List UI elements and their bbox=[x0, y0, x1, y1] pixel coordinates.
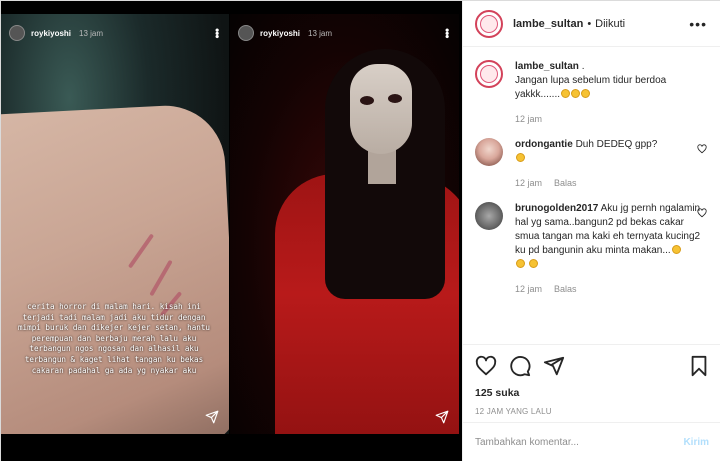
story-1-header: roykiyoshi 13 jam ••• bbox=[1, 14, 229, 52]
add-comment-bar: Kirim bbox=[463, 422, 720, 461]
reply-button[interactable]: Balas bbox=[554, 178, 577, 188]
reply-button[interactable]: Balas bbox=[554, 284, 577, 294]
avatar[interactable] bbox=[475, 60, 503, 88]
comment-time[interactable]: 12 jam bbox=[515, 178, 542, 188]
heart-outline-icon[interactable] bbox=[697, 144, 707, 154]
post-side-panel: lambe_sultan • Diikuti ••• lambe_sultan … bbox=[462, 1, 720, 461]
story-username: roykiyoshi bbox=[31, 28, 72, 38]
comment-username[interactable]: brunogolden2017 bbox=[515, 203, 598, 214]
emoji-icon bbox=[516, 153, 525, 162]
follow-status[interactable]: Diikuti bbox=[595, 18, 625, 30]
comment-item: brunogolden2017 Aku jg pernh ngalamin ha… bbox=[475, 202, 707, 308]
comments-list[interactable]: lambe_sultan . Jangan lupa sebelum tidur… bbox=[463, 48, 720, 338]
add-comment-input[interactable] bbox=[475, 436, 684, 448]
more-horizontal-icon[interactable]: ••• bbox=[689, 16, 707, 32]
story-time: 13 jam bbox=[79, 28, 104, 38]
story-caption: cerita horror di malam hari. kisah ini t… bbox=[17, 302, 211, 375]
ghost-eye bbox=[360, 96, 374, 105]
ghost-face bbox=[350, 64, 412, 154]
story-send-icon bbox=[205, 410, 219, 424]
brand-logo-icon bbox=[480, 14, 498, 33]
comment-bubble-icon[interactable] bbox=[509, 355, 531, 377]
comment-time[interactable]: 12 jam bbox=[515, 284, 542, 294]
emoji-icon bbox=[528, 259, 538, 268]
story-screenshot-1: roykiyoshi 13 jam ••• cerita horror di m… bbox=[1, 14, 229, 434]
caption-username[interactable]: lambe_sultan bbox=[515, 61, 579, 72]
ghost-eye bbox=[388, 94, 402, 103]
story-2-header: roykiyoshi 13 jam ••• bbox=[230, 14, 459, 52]
comment-text: Duh DEDEQ gpp? bbox=[575, 139, 658, 150]
comment-username[interactable]: ordongantie bbox=[515, 139, 573, 150]
heart-outline-icon[interactable] bbox=[697, 208, 707, 218]
emoji-icon bbox=[671, 245, 681, 254]
like-heart-icon[interactable] bbox=[475, 355, 497, 377]
story-avatar bbox=[238, 25, 254, 41]
share-send-icon[interactable] bbox=[543, 355, 565, 377]
story-send-icon bbox=[435, 410, 449, 424]
caption-text: Jangan lupa sebelum tidur berdoa yakkk..… bbox=[515, 75, 667, 100]
story-1-arm-photo bbox=[1, 102, 229, 434]
post-media[interactable]: roykiyoshi 13 jam ••• cerita horror di m… bbox=[1, 1, 462, 461]
story-avatar bbox=[9, 25, 25, 41]
story-more-icon: ••• bbox=[440, 28, 454, 38]
separator-dot: • bbox=[587, 17, 592, 30]
avatar[interactable] bbox=[475, 138, 503, 166]
story-time: 13 jam bbox=[308, 28, 333, 38]
instagram-post-window: roykiyoshi 13 jam ••• cerita horror di m… bbox=[0, 0, 720, 461]
emoji-icon bbox=[581, 89, 591, 98]
post-comment-button[interactable]: Kirim bbox=[683, 437, 709, 448]
likes-count[interactable]: 125 suka bbox=[475, 387, 709, 399]
story-username: roykiyoshi bbox=[260, 28, 301, 38]
post-timestamp[interactable]: 12 JAM YANG LALU bbox=[475, 407, 709, 416]
brand-logo-icon bbox=[480, 65, 498, 83]
post-author-username[interactable]: lambe_sultan bbox=[513, 18, 583, 30]
caption-item: lambe_sultan . Jangan lupa sebelum tidur… bbox=[475, 60, 707, 138]
emoji-icon bbox=[561, 89, 571, 98]
comment-item: ordongantie Duh DEDEQ gpp? 12 jam Balas bbox=[475, 138, 707, 202]
story-screenshot-2: roykiyoshi 13 jam ••• bbox=[230, 14, 459, 434]
caption-suffix: . bbox=[581, 61, 585, 72]
emoji-icon bbox=[571, 89, 581, 98]
post-header: lambe_sultan • Diikuti ••• bbox=[463, 1, 720, 47]
avatar[interactable] bbox=[475, 202, 503, 230]
post-actions: 125 suka 12 JAM YANG LALU bbox=[463, 344, 720, 416]
story-more-icon: ••• bbox=[210, 28, 224, 38]
action-icons bbox=[475, 353, 709, 379]
caption-time[interactable]: 12 jam bbox=[515, 114, 542, 124]
bookmark-save-icon[interactable] bbox=[689, 355, 709, 377]
emoji-icon bbox=[516, 259, 525, 268]
avatar[interactable] bbox=[475, 9, 503, 38]
